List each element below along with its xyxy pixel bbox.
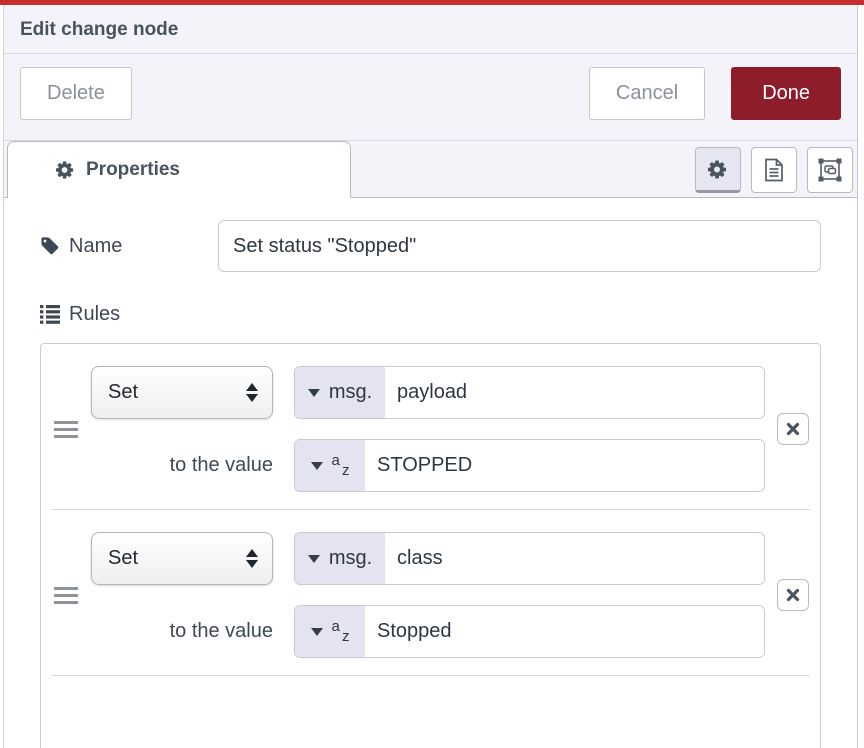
edit-change-node-dialog: Edit change node Delete Cancel Done Prop… bbox=[3, 5, 858, 748]
rule-remove-column bbox=[765, 366, 820, 492]
dialog-header: Edit change node bbox=[4, 5, 857, 54]
rule-remove-column bbox=[765, 532, 820, 658]
rule-action-value: Set bbox=[108, 381, 138, 404]
properties-form: Name Rules bbox=[4, 198, 857, 748]
rule-property-row: Set msg. bbox=[91, 532, 765, 585]
tab-properties[interactable]: Properties bbox=[7, 141, 351, 198]
delete-button[interactable]: Delete bbox=[20, 67, 132, 120]
appearance-button[interactable] bbox=[807, 147, 853, 193]
rule-property-typed-input: msg. bbox=[294, 532, 765, 585]
gear-icon bbox=[708, 159, 729, 180]
gear-icon bbox=[56, 160, 76, 180]
value-type-button[interactable]: a z bbox=[295, 606, 365, 657]
list-icon bbox=[40, 305, 60, 324]
tab-action-buttons bbox=[695, 147, 853, 193]
properties-gear-button[interactable] bbox=[695, 147, 741, 193]
rule-value-input[interactable] bbox=[365, 606, 764, 657]
string-type-icon: a z bbox=[332, 455, 350, 477]
rule-drag-column bbox=[41, 366, 91, 492]
to-the-value-label: to the value bbox=[91, 454, 273, 477]
chevron-down-icon bbox=[308, 389, 320, 397]
rule-separator bbox=[51, 675, 810, 676]
rule-property-row: Set msg. bbox=[91, 366, 765, 419]
description-document-button[interactable] bbox=[751, 147, 797, 193]
rule-value-row: to the value a z bbox=[91, 439, 765, 492]
property-type-button[interactable]: msg. bbox=[295, 367, 385, 418]
cancel-button[interactable]: Cancel bbox=[589, 67, 705, 120]
value-type-button[interactable]: a z bbox=[295, 440, 365, 491]
rule-property-typed-input: msg. bbox=[294, 366, 765, 419]
chevron-down-icon bbox=[311, 462, 323, 470]
rule-value-row: to the value a z bbox=[91, 605, 765, 658]
rule-row: Set msg. to the value bbox=[41, 510, 820, 675]
done-button[interactable]: Done bbox=[731, 67, 841, 120]
name-row: Name bbox=[40, 220, 821, 272]
property-type-button[interactable]: msg. bbox=[295, 533, 385, 584]
rules-list: Set msg. to the value bbox=[40, 343, 821, 748]
chevron-down-icon bbox=[308, 555, 320, 563]
property-type-label: msg. bbox=[329, 381, 372, 404]
drag-handle-icon[interactable] bbox=[54, 587, 78, 604]
select-arrows-icon bbox=[246, 383, 258, 402]
name-label-text: Name bbox=[69, 235, 122, 258]
rule-row: Set msg. to the value bbox=[41, 344, 820, 509]
rule-action-select[interactable]: Set bbox=[91, 532, 273, 585]
close-icon bbox=[786, 588, 800, 602]
remove-rule-button[interactable] bbox=[777, 579, 809, 611]
name-input[interactable] bbox=[218, 220, 821, 272]
rule-action-value: Set bbox=[108, 547, 138, 570]
rule-body: Set msg. to the value bbox=[91, 366, 765, 492]
rule-property-input[interactable] bbox=[385, 367, 764, 418]
drag-handle-icon[interactable] bbox=[54, 421, 78, 438]
remove-rule-button[interactable] bbox=[777, 413, 809, 445]
appearance-icon bbox=[818, 158, 842, 182]
rule-value-input[interactable] bbox=[365, 440, 764, 491]
string-type-icon: a z bbox=[332, 621, 350, 643]
document-icon bbox=[764, 158, 784, 182]
rule-value-typed-input: a z bbox=[294, 605, 765, 658]
dialog-button-bar: Delete Cancel Done bbox=[4, 54, 857, 141]
close-icon bbox=[786, 422, 800, 436]
rule-body: Set msg. to the value bbox=[91, 532, 765, 658]
editor-tab-bar: Properties bbox=[4, 141, 857, 198]
chevron-down-icon bbox=[311, 628, 323, 636]
property-type-label: msg. bbox=[329, 547, 372, 570]
rules-label-text: Rules bbox=[69, 303, 120, 326]
tab-properties-label: Properties bbox=[86, 159, 180, 181]
dialog-title: Edit change node bbox=[20, 19, 841, 41]
select-arrows-icon bbox=[246, 549, 258, 568]
to-the-value-label: to the value bbox=[91, 620, 273, 643]
name-label: Name bbox=[40, 235, 218, 258]
rules-label: Rules bbox=[40, 303, 218, 326]
tag-icon bbox=[40, 236, 60, 256]
rule-value-typed-input: a z bbox=[294, 439, 765, 492]
rule-drag-column bbox=[41, 532, 91, 658]
rule-action-select[interactable]: Set bbox=[91, 366, 273, 419]
rule-property-input[interactable] bbox=[385, 533, 764, 584]
